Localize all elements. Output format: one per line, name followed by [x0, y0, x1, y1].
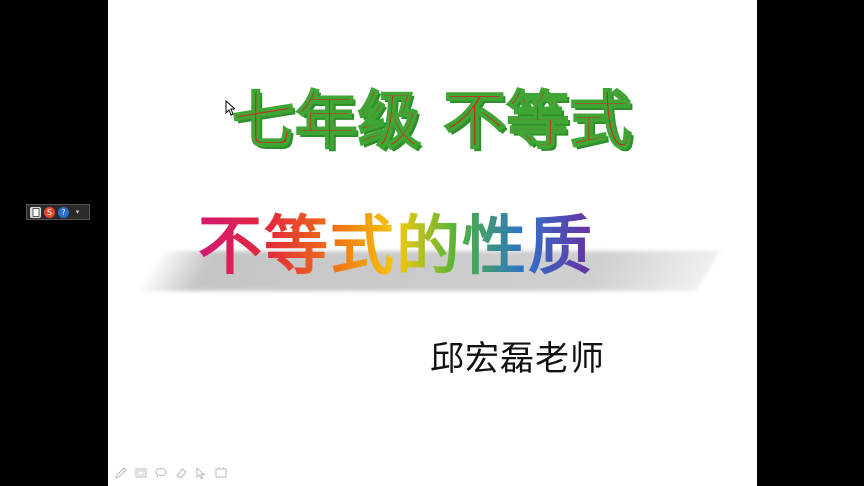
dropdown-icon[interactable]: ▾: [72, 207, 83, 218]
eraser-icon[interactable]: [174, 466, 188, 480]
screen-icon[interactable]: [214, 466, 228, 480]
sogou-s-icon[interactable]: S: [44, 206, 55, 218]
presentation-bottom-toolbar: [114, 462, 228, 484]
slides-icon[interactable]: [134, 466, 148, 480]
slide-subtitle: 不等式的性质: [198, 207, 594, 287]
slide-title: 七年级 不等式: [231, 83, 633, 158]
subtitle-block: 不等式的性质: [136, 205, 748, 295]
floating-input-toolbar[interactable]: S ? ▾: [26, 204, 90, 220]
teacher-name: 邱宏磊老师: [430, 339, 605, 379]
lasso-icon[interactable]: [154, 466, 168, 480]
pen-icon[interactable]: [114, 466, 128, 480]
document-icon[interactable]: [30, 206, 41, 218]
help-icon[interactable]: ?: [58, 206, 69, 218]
pointer-icon[interactable]: [194, 466, 208, 480]
slide-canvas: 七年级 不等式 不等式的性质 邱宏磊老师: [108, 0, 757, 486]
